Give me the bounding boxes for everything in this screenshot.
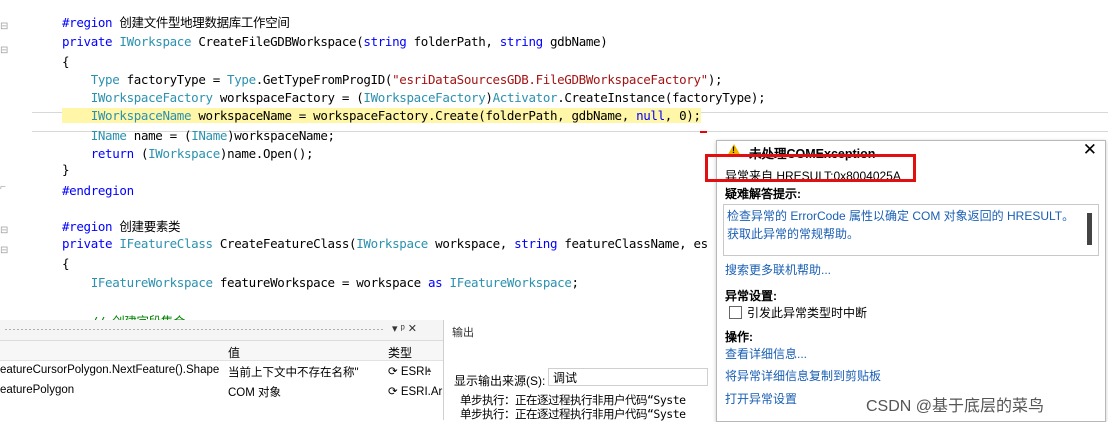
error-squiggle [700, 131, 707, 133]
tips-header: 疑难解答提示: [725, 187, 801, 201]
code-token: private [62, 236, 120, 251]
code-token: featureClassName, es [557, 236, 708, 251]
drag-grip[interactable] [4, 328, 384, 331]
locals-row-value: COM 对象 [228, 387, 282, 399]
locals-row-type: ⟳ ESRI.Ar [388, 386, 443, 398]
copy-detail-link[interactable]: 将异常详细信息复制到剪贴板 [725, 367, 881, 384]
code-token: string [499, 34, 543, 49]
code-token: #endregion [62, 183, 134, 198]
code-token: IFeatureWorkspace [62, 275, 213, 290]
locals-row-name: eatureCursorPolygon.NextFeature().Shape [0, 364, 220, 376]
locals-row[interactable]: eatureCursorPolygon.NextFeature().Shape … [0, 361, 443, 381]
output-source-label: 显示输出来源(S): [454, 374, 546, 388]
settings-header: 异常设置: [725, 289, 777, 303]
code-token: workspaceFactory = ( [212, 90, 364, 105]
close-icon[interactable]: ✕ [1083, 140, 1097, 160]
code-token: IWorkspaceFactory [62, 90, 213, 105]
code-line: private IFeatureClass CreateFeatureClass… [62, 232, 708, 256]
exception-popup: ! 未处理COMException ✕ 异常来自 HRESULT:0x80040… [716, 140, 1106, 422]
tip-link-general-help[interactable]: 获取此异常的常规帮助。 [727, 225, 859, 242]
code-token: #region [62, 15, 120, 30]
collapse-marker[interactable]: ⊟ [0, 21, 8, 33]
code-token: } [62, 162, 70, 177]
code-token: )name.Open(); [219, 146, 314, 161]
tips-box: 检查异常的 ErrorCode 属性以确定 COM 对象返回的 HRESULT。… [723, 204, 1099, 256]
code-line: return (IWorkspace)name.Open(); [62, 142, 314, 166]
code-token: IFeatureClass [119, 236, 213, 251]
code-token: 创建文件型地理数据库工作空间 [119, 15, 290, 30]
collapse-marker[interactable]: ⊟ [0, 245, 8, 257]
code-token: IWorkspace [119, 34, 192, 49]
code-line: // 创建字段集合 [62, 310, 186, 320]
break-on-exception-label[interactable]: 引发此异常类型时中断 [747, 304, 867, 321]
watermark: CSDN @基于底层的菜鸟 [866, 398, 1045, 415]
code-token: IFeatureWorkspace [449, 275, 572, 290]
code-token: "esriDataSourcesGDB.FileGDBWorkspaceFact… [392, 72, 708, 87]
code-token: name = ( [126, 128, 192, 143]
code-token: CreateFileGDBWorkspace( [191, 34, 364, 49]
code-token: string [363, 34, 407, 49]
code-token: Activator [492, 90, 558, 105]
search-more-link[interactable]: 搜索更多联机帮助... [725, 261, 831, 278]
hresult-highlight-box [705, 154, 916, 182]
column-type-header[interactable]: 类型 [388, 344, 412, 361]
code-token: ) [485, 90, 493, 105]
code-token: featureWorkspace = workspace [212, 275, 428, 290]
locals-column-header: 值 类型 [0, 341, 443, 361]
code-token: ); [707, 72, 723, 87]
open-exception-settings-link[interactable]: 打开异常设置 [725, 390, 797, 407]
tip-link-errorcode[interactable]: 检查异常的 ErrorCode 属性以确定 COM 对象返回的 HRESULT。 [727, 207, 1074, 224]
column-value-header[interactable]: 值 [228, 344, 240, 361]
collapse-marker[interactable]: ⊟ [0, 45, 8, 57]
code-token: IWorkspace [148, 146, 220, 161]
code-line: #endregion [62, 179, 134, 203]
output-source-select[interactable]: 调试 [548, 368, 708, 386]
code-token: factoryType = [119, 72, 228, 87]
locals-panel: ▾ ᵖ ✕ 值 类型 eatureCursorPolygon.NextFeatu… [0, 320, 444, 420]
code-token: ( [133, 146, 149, 161]
output-panel-title: 输出 [452, 327, 474, 339]
code-token: IWorkspace [356, 236, 428, 251]
collapse-marker[interactable]: ⌐ [0, 182, 8, 194]
locals-row-value: 当前上下文中不存在名称" [228, 367, 359, 379]
code-token: IName [62, 128, 127, 143]
locals-row[interactable]: eaturePolygon COM 对象 ⟳ ESRI.Ar [0, 381, 443, 401]
code-token: folderPath, [406, 34, 500, 49]
code-token: Type [227, 72, 256, 87]
code-line: private IWorkspace CreateFileGDBWorkspac… [62, 30, 608, 54]
code-token: { [62, 256, 70, 271]
scroll-up-arrow-icon[interactable]: ▲ [425, 365, 433, 374]
tips-scrollbar[interactable] [1087, 213, 1092, 245]
code-token: as [427, 275, 443, 290]
panel-pin-controls[interactable]: ▾ ᵖ ✕ [392, 322, 417, 335]
code-token: { [62, 54, 70, 69]
code-token: workspace, [427, 236, 515, 251]
collapse-marker[interactable]: ⊟ [0, 225, 8, 237]
locals-row-name: eaturePolygon [0, 384, 75, 396]
code-token: .CreateInstance(factoryType); [557, 90, 766, 105]
view-detail-link[interactable]: 查看详细信息... [725, 345, 807, 362]
code-token: return [62, 146, 134, 161]
code-token: CreateFeatureClass( [212, 236, 357, 251]
code-line: IFeatureWorkspace featureWorkspace = wor… [62, 271, 579, 295]
code-token: IWorkspaceFactory [363, 90, 486, 105]
code-token: private [62, 34, 120, 49]
code-token: null [636, 108, 665, 123]
code-token: string [514, 236, 558, 251]
code-token: )workspaceName; [227, 128, 335, 143]
code-token: , 0); [664, 108, 701, 123]
code-token: .GetTypeFromProgID( [255, 72, 393, 87]
break-on-exception-checkbox[interactable] [729, 306, 742, 319]
code-token: ; [571, 275, 580, 290]
code-token: workspaceName = workspaceFactory.Create(… [191, 108, 637, 123]
code-token: Type [62, 72, 120, 87]
code-token: IName [191, 128, 228, 143]
code-token: gdbName) [542, 34, 608, 49]
locals-panel-header: ▾ ᵖ ✕ [0, 320, 443, 341]
actions-header: 操作: [725, 330, 753, 344]
code-token: IWorkspaceName [62, 108, 192, 123]
